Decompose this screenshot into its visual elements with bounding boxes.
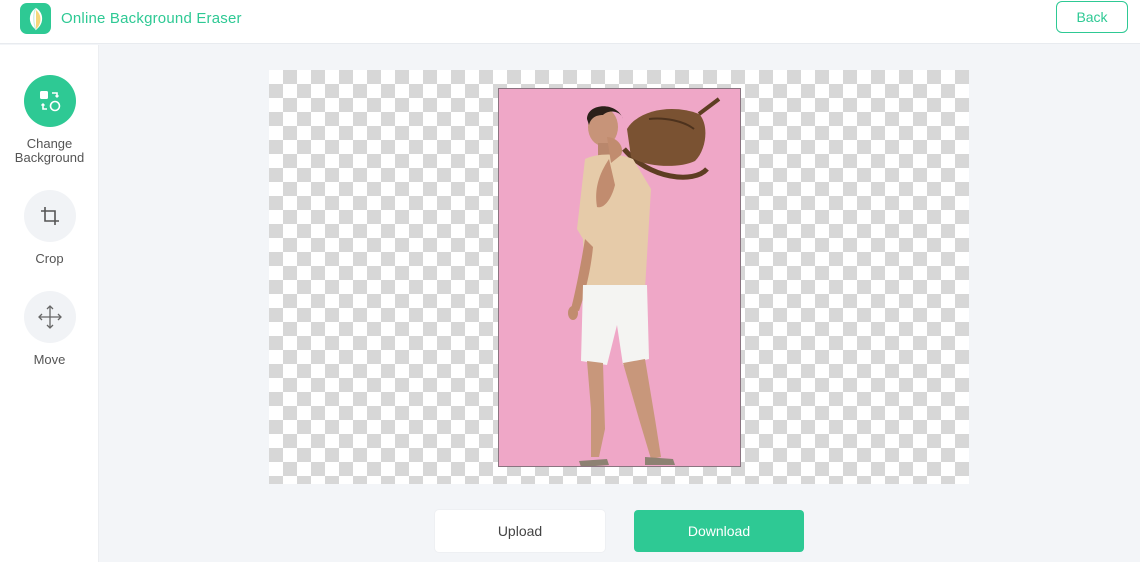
change-background-icon[interactable] bbox=[23, 75, 76, 127]
download-button[interactable]: Download bbox=[634, 510, 804, 552]
transparent-canvas[interactable] bbox=[269, 70, 969, 484]
person-with-bag-image bbox=[568, 97, 721, 466]
crop-icon[interactable] bbox=[23, 190, 76, 242]
app-title: Online Background Eraser bbox=[61, 10, 242, 27]
back-button[interactable]: Back bbox=[1056, 1, 1128, 33]
tool-change-background[interactable]: Change Background bbox=[0, 75, 99, 165]
leaf-logo-icon bbox=[20, 3, 51, 34]
tool-move[interactable]: Move bbox=[0, 291, 99, 367]
tool-crop[interactable]: Crop bbox=[0, 190, 99, 266]
tool-label-crop: Crop bbox=[35, 251, 64, 266]
move-icon[interactable] bbox=[23, 291, 76, 343]
upload-button[interactable]: Upload bbox=[435, 510, 605, 552]
tool-label-move: Move bbox=[33, 352, 66, 367]
edited-photo[interactable] bbox=[498, 88, 741, 467]
sidebar: Change Background Crop Move bbox=[0, 45, 99, 562]
tool-label-change-background: Change Background bbox=[14, 136, 85, 165]
header: Online Background Eraser Back bbox=[0, 0, 1140, 44]
